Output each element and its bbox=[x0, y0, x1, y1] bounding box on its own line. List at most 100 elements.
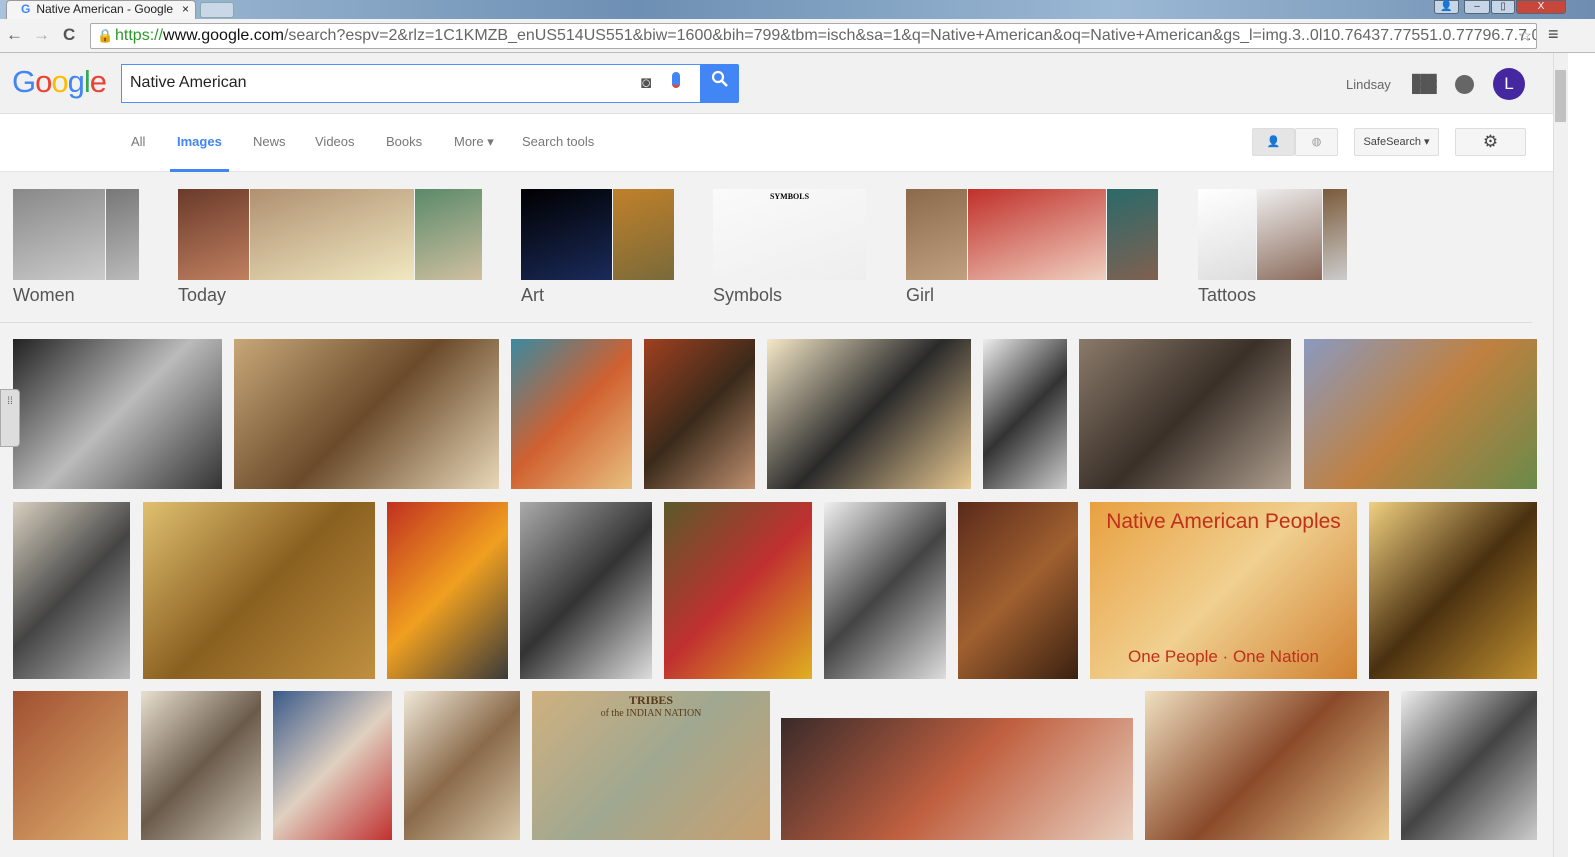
chip-thumbnail bbox=[178, 189, 249, 280]
image-result[interactable] bbox=[13, 339, 222, 489]
side-panel-handle[interactable]: ⁞⁞ bbox=[0, 389, 20, 447]
user-button[interactable]: 👤 bbox=[1434, 0, 1459, 14]
image-text: of the INDIAN NATION bbox=[600, 708, 702, 719]
image-result[interactable] bbox=[1304, 339, 1537, 489]
image-result[interactable]: Native American Peoples One People · One … bbox=[1090, 502, 1357, 679]
chip-thumbnail bbox=[968, 189, 1106, 280]
image-result[interactable] bbox=[234, 339, 499, 489]
globe-results-button[interactable]: ◍ bbox=[1295, 128, 1338, 156]
back-button[interactable]: ← bbox=[6, 25, 23, 45]
camera-icon[interactable]: ◙ bbox=[641, 73, 651, 93]
chip-label: Tattoos bbox=[1198, 285, 1257, 305]
chip-label: Symbols bbox=[713, 285, 783, 305]
chip-thumbnail bbox=[613, 189, 674, 280]
google-favicon-icon: G bbox=[21, 2, 31, 16]
tab-images[interactable]: Images bbox=[177, 134, 222, 149]
image-result[interactable] bbox=[13, 502, 130, 679]
window-titlebar bbox=[0, 0, 1595, 19]
avatar[interactable]: L bbox=[1493, 68, 1525, 100]
tab-books[interactable]: Books bbox=[386, 134, 422, 149]
search-nav: All Images News Videos Books More ▾ Sear… bbox=[0, 114, 1553, 172]
chip-image-text: SYMBOLS bbox=[769, 192, 810, 201]
image-result[interactable] bbox=[141, 691, 261, 840]
logo-letter: e bbox=[89, 64, 107, 99]
image-result[interactable] bbox=[781, 718, 1133, 840]
forward-button[interactable]: → bbox=[33, 25, 50, 45]
browser-tab[interactable]: G Native American - Google × bbox=[6, 0, 196, 19]
image-result[interactable] bbox=[983, 339, 1067, 489]
logo-letter: o bbox=[51, 64, 68, 99]
tab-videos[interactable]: Videos bbox=[315, 134, 355, 149]
window-edge bbox=[1568, 53, 1595, 857]
image-result[interactable] bbox=[644, 339, 755, 489]
image-result[interactable] bbox=[767, 339, 971, 489]
chip-thumbnail bbox=[106, 189, 139, 280]
apps-grid-icon[interactable]: ■■■ ■■■ ■■■ bbox=[1411, 69, 1438, 98]
active-tab-indicator bbox=[170, 169, 229, 172]
chip-label: Girl bbox=[906, 285, 934, 305]
maximize-button[interactable]: ▯ bbox=[1491, 0, 1515, 14]
notifications-bell-icon[interactable] bbox=[1455, 75, 1474, 94]
reload-button[interactable]: C bbox=[63, 25, 75, 45]
image-result[interactable] bbox=[1145, 691, 1389, 840]
url-path: /search?espv=2&rlz=1C1KMZB_enUS514US551&… bbox=[283, 27, 1537, 44]
chip-thumbnail bbox=[13, 189, 105, 280]
image-text: One People · One Nation bbox=[1128, 647, 1319, 666]
chip-thumbnail bbox=[1257, 189, 1322, 280]
image-result[interactable] bbox=[520, 502, 652, 679]
logo-letter: G bbox=[12, 64, 36, 99]
chip-label: Art bbox=[521, 285, 545, 305]
divider bbox=[0, 322, 1532, 323]
logo-letter: g bbox=[67, 64, 85, 99]
tab-more[interactable]: More ▾ bbox=[454, 134, 494, 150]
image-result[interactable] bbox=[1369, 502, 1537, 679]
image-result[interactable] bbox=[404, 691, 520, 840]
tab-news[interactable]: News bbox=[253, 134, 286, 149]
address-bar[interactable]: 🔒 https://www.google.com/search?espv=2&rl… bbox=[90, 23, 1537, 49]
image-result[interactable] bbox=[143, 502, 375, 679]
safesearch-dropdown[interactable]: SafeSearch ▾ bbox=[1354, 128, 1439, 156]
google-logo[interactable]: Google bbox=[12, 64, 107, 100]
image-result[interactable] bbox=[13, 691, 128, 840]
scrollbar[interactable] bbox=[1553, 53, 1568, 857]
chip-label: Women bbox=[13, 285, 75, 305]
image-result[interactable]: TRIBES of the INDIAN NATION bbox=[532, 691, 770, 840]
chip-thumbnail bbox=[906, 189, 967, 280]
chrome-menu-icon[interactable]: ≡ bbox=[1548, 24, 1559, 45]
scrollbar-thumb[interactable] bbox=[1555, 70, 1566, 122]
search-input[interactable] bbox=[130, 74, 630, 92]
chip-thumbnail bbox=[1198, 189, 1256, 280]
image-result[interactable] bbox=[1079, 339, 1291, 489]
close-window-button[interactable]: X bbox=[1516, 0, 1566, 14]
logo-letter: o bbox=[35, 64, 52, 99]
tab-title: Native American - Google bbox=[36, 2, 174, 16]
google-header: Google ◙ Lindsay ■■■■■■■■■ L bbox=[0, 53, 1553, 114]
url-host: www.google.com bbox=[163, 27, 284, 44]
image-result[interactable] bbox=[1401, 691, 1537, 840]
search-tools-button[interactable]: Search tools bbox=[522, 134, 594, 149]
search-icon bbox=[711, 70, 728, 87]
browser-toolbar: ← → C 🔒 https://www.google.com/search?esp… bbox=[0, 19, 1595, 53]
microphone-icon[interactable] bbox=[672, 72, 680, 88]
user-name[interactable]: Lindsay bbox=[1346, 77, 1391, 92]
image-text: TRIBES bbox=[628, 693, 674, 707]
image-result[interactable] bbox=[387, 502, 508, 679]
search-button[interactable] bbox=[700, 64, 739, 103]
image-result[interactable] bbox=[664, 502, 812, 679]
personal-results-button[interactable]: 👤 bbox=[1252, 128, 1295, 156]
tab-all[interactable]: All bbox=[131, 134, 145, 149]
minimize-button[interactable]: – bbox=[1464, 0, 1490, 14]
new-tab-button[interactable] bbox=[200, 2, 234, 18]
chip-label: Today bbox=[178, 285, 227, 305]
bookmark-star-icon[interactable]: ☆ bbox=[1518, 26, 1532, 46]
settings-gear-icon[interactable]: ⚙ bbox=[1455, 128, 1526, 156]
image-result[interactable] bbox=[511, 339, 632, 489]
chip-thumbnail bbox=[415, 189, 482, 280]
lock-icon: 🔒 bbox=[97, 28, 114, 43]
image-result[interactable] bbox=[273, 691, 392, 840]
tab-close-button[interactable]: × bbox=[182, 2, 189, 16]
chip-thumbnail bbox=[1323, 189, 1347, 280]
image-result[interactable] bbox=[958, 502, 1078, 679]
image-result[interactable] bbox=[824, 502, 946, 679]
search-box[interactable]: ◙ bbox=[121, 64, 701, 103]
